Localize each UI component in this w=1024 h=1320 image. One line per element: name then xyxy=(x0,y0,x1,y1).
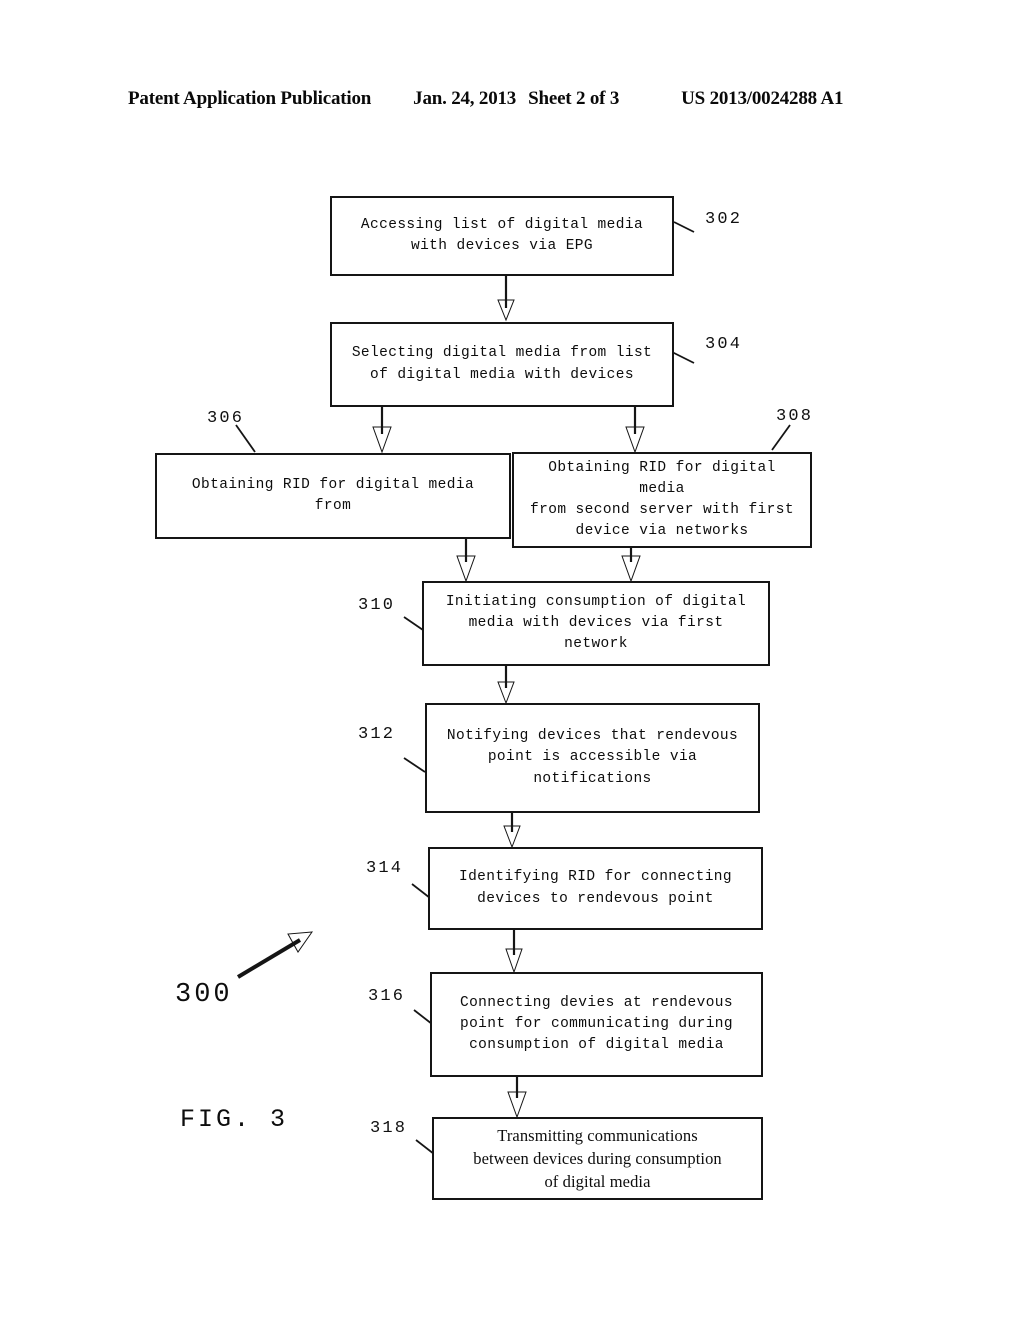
ref-numeral-302: 302 xyxy=(705,210,743,229)
flow-diagram-id-300: 300 xyxy=(175,980,233,1010)
sheet-number: Sheet 2 of 3 xyxy=(528,88,620,109)
flow-step-314: Identifying RID for connecting devices t… xyxy=(428,847,763,930)
patent-drawing-page: Patent Application Publication Jan. 24, … xyxy=(0,0,1024,1320)
ref-numeral-304: 304 xyxy=(705,335,743,354)
flow-step-308-label: Obtaining RID for digital media from sec… xyxy=(530,459,794,540)
flow-step-302-label: Accessing list of digital media with dev… xyxy=(360,216,644,254)
flow-step-312-label: Notifying devices that rendevous point i… xyxy=(446,728,739,787)
flow-step-314-label: Identifying RID for connecting devices t… xyxy=(458,869,733,907)
flow-step-310-label: Initiating consumption of digital media … xyxy=(445,593,747,652)
flow-step-316: Connecting devies at rendevous point for… xyxy=(430,972,763,1077)
flow-step-304: Selecting digital media from list of dig… xyxy=(330,322,674,407)
flow-step-302: Accessing list of digital media with dev… xyxy=(330,196,674,276)
ref-numeral-308: 308 xyxy=(776,407,814,426)
ref-numeral-314: 314 xyxy=(366,859,404,878)
flow-step-304-label: Selecting digital media from list of dig… xyxy=(351,345,653,383)
flow-step-318-label: Transmitting communications between devi… xyxy=(473,1125,722,1192)
ref-numeral-306: 306 xyxy=(207,409,245,428)
ref-numeral-312: 312 xyxy=(358,725,396,744)
publication-date: Jan. 24, 2013 xyxy=(413,88,517,109)
flow-step-318: Transmitting communications between devi… xyxy=(432,1117,763,1200)
flow-step-312: Notifying devices that rendevous point i… xyxy=(425,703,760,813)
ref-numeral-316: 316 xyxy=(368,987,406,1006)
flow-step-310: Initiating consumption of digital media … xyxy=(422,581,770,666)
figure-label: FIG. 3 xyxy=(180,1105,289,1134)
ref-numeral-310: 310 xyxy=(358,596,396,615)
publication-title: Patent Application Publication xyxy=(128,88,372,109)
flow-step-306-label: Obtaining RID for digital media from xyxy=(191,476,475,514)
flow-step-306: Obtaining RID for digital media from xyxy=(155,453,511,539)
patent-number: US 2013/0024288 A1 xyxy=(681,88,844,109)
flow-step-308: Obtaining RID for digital media from sec… xyxy=(512,452,812,548)
flow-step-316-label: Connecting devies at rendevous point for… xyxy=(459,994,734,1053)
page-header: Patent Application Publication Jan. 24, … xyxy=(128,88,896,114)
ref-numeral-318: 318 xyxy=(370,1119,408,1138)
